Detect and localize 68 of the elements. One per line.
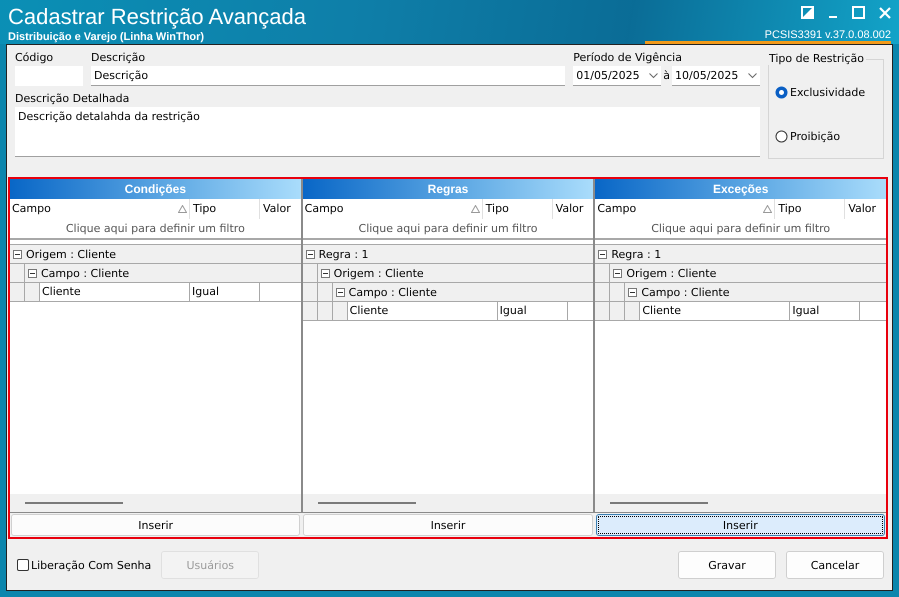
field-label: Descrição Detalhada	[15, 92, 130, 106]
window-subtitle: Distribuição e Varejo (Linha WinThor)	[8, 31, 206, 43]
dropdown-icon[interactable]	[649, 72, 658, 78]
column-header[interactable]: Tipo	[778, 202, 802, 215]
restore-icon[interactable]	[801, 6, 814, 19]
table-cell: Cliente	[40, 283, 190, 301]
table-cell: Cliente	[348, 302, 498, 320]
checkbox[interactable]	[17, 559, 29, 571]
insert-button[interactable]: Inserir	[596, 514, 885, 536]
sort-icon[interactable]	[178, 205, 187, 213]
date-separator: à	[662, 69, 671, 84]
tree-node-label: Campo : Cliente	[641, 286, 730, 298]
column-header[interactable]: Campo	[597, 199, 636, 219]
maximize-icon[interactable]	[852, 6, 865, 19]
insert-button[interactable]: Inserir	[303, 514, 593, 536]
table-cell: Igual	[790, 302, 860, 320]
tree-node-label: Regra : 1	[318, 248, 369, 260]
action-button[interactable]: Gravar	[678, 551, 776, 579]
collapse-icon[interactable]	[320, 268, 330, 278]
table-cell: Igual	[498, 302, 568, 320]
collapse-icon[interactable]	[613, 268, 622, 278]
end-date-field[interactable]: 10/05/2025	[672, 66, 760, 86]
collapse-icon[interactable]	[13, 250, 22, 258]
radio-button[interactable]	[775, 130, 788, 142]
radio-label: Exclusividade	[790, 86, 866, 98]
scrollbar-thumb[interactable]	[318, 502, 416, 504]
sort-icon[interactable]	[470, 205, 480, 213]
column-header[interactable]: Campo	[304, 199, 344, 219]
field-label: Período de Vigência	[573, 51, 683, 65]
tree-node-label: Campo : Cliente	[348, 286, 437, 298]
tree-node-label: Origem : Cliente	[26, 248, 116, 260]
collapse-icon[interactable]	[28, 268, 37, 278]
panel-header: Regras	[302, 179, 594, 199]
tree-node-label: Origem : Cliente	[334, 266, 424, 280]
column-header[interactable]: Tipo	[193, 202, 216, 215]
radio-label: Proibição	[790, 130, 840, 142]
panel-header: Condições	[10, 179, 301, 199]
column-header[interactable]: Campo	[12, 199, 51, 219]
insert-button[interactable]: Inserir	[11, 514, 300, 536]
column-header[interactable]: Valor	[556, 202, 584, 215]
tree-node-label: Campo : Cliente	[41, 266, 130, 280]
table-cell: Cliente	[640, 302, 790, 320]
scrollbar-thumb[interactable]	[610, 502, 708, 504]
dropdown-icon[interactable]	[748, 72, 757, 78]
radio-button[interactable]	[775, 86, 788, 98]
scrollbar-thumb[interactable]	[25, 502, 123, 504]
collapse-icon[interactable]	[598, 250, 608, 258]
collapse-icon[interactable]	[628, 288, 638, 296]
column-header[interactable]: Tipo	[486, 202, 509, 215]
collapse-icon[interactable]	[336, 288, 345, 296]
detailed-description-field[interactable]: Descrição detalahda da restrição	[15, 107, 760, 157]
close-icon[interactable]	[879, 6, 891, 18]
group-label: Tipo de Restrição	[767, 52, 866, 65]
start-date-field[interactable]: 01/05/2025	[573, 66, 662, 86]
field-label: Código	[15, 51, 54, 65]
checkbox-label: Liberação Com Senha	[31, 558, 152, 572]
collapse-icon[interactable]	[306, 250, 315, 258]
window-title: Cadastrar Restrição Avançada	[8, 5, 306, 29]
panel-header: Exceções	[595, 179, 886, 199]
field-label: Descrição	[91, 51, 146, 65]
column-header[interactable]: Valor	[848, 202, 876, 215]
table-cell: Igual	[190, 283, 260, 301]
sort-icon[interactable]	[763, 205, 772, 213]
description-field[interactable]: Descrição	[91, 66, 566, 86]
action-button[interactable]: Cancelar	[786, 551, 884, 579]
tree-node-label: Regra : 1	[611, 248, 662, 260]
tree-node-label: Origem : Cliente	[626, 266, 716, 280]
column-header[interactable]: Valor	[263, 202, 291, 215]
